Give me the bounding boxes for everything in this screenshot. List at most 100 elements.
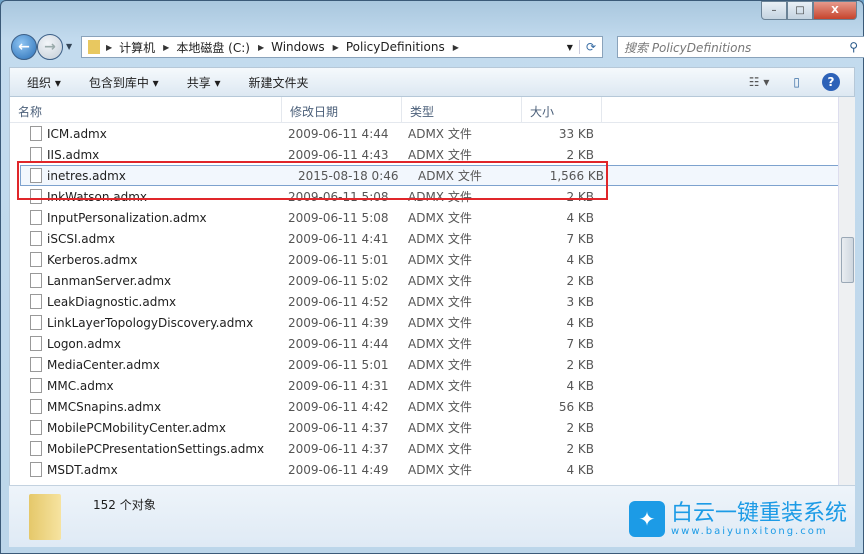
file-name: ICM.admx (47, 126, 107, 141)
file-type: ADMX 文件 (408, 337, 472, 351)
file-size: 33 KB (558, 126, 594, 141)
highlight-box (17, 161, 608, 200)
breadcrumb-arrow-icon[interactable]: ▶ (258, 43, 264, 52)
file-date: 2009-06-11 4:31 (288, 378, 389, 393)
file-row[interactable]: LanmanServer.admx 2009-06-11 5:02 ADMX 文… (10, 270, 855, 291)
file-icon (30, 336, 42, 351)
file-icon (30, 399, 42, 414)
file-icon (30, 126, 42, 141)
address-dropdown-icon[interactable]: ▼ (561, 43, 579, 52)
breadcrumb-policydefinitions[interactable]: PolicyDefinitions (346, 40, 445, 54)
maximize-button[interactable]: □ (787, 1, 813, 20)
file-type: ADMX 文件 (408, 127, 472, 141)
organize-menu[interactable]: 组织 ▾ (27, 74, 61, 91)
minimize-button[interactable]: – (761, 1, 787, 20)
breadcrumb-arrow-icon[interactable]: ▶ (106, 43, 112, 52)
item-count: 152 个对象 (93, 498, 156, 512)
address-bar[interactable]: ▶ 计算机 ▶ 本地磁盘 (C:) ▶ Windows ▶ PolicyDefinit… (81, 36, 603, 58)
share-menu[interactable]: 共享 ▾ (187, 74, 221, 91)
file-list: 名称 修改日期 类型 大小 ICM.admx 2009-06-11 4:44 A… (9, 97, 855, 485)
file-row[interactable]: Kerberos.admx 2009-06-11 5:01 ADMX 文件 4 … (10, 249, 855, 270)
file-name: MMCSnapins.admx (47, 399, 162, 414)
file-size: 2 KB (566, 420, 594, 435)
breadcrumb-arrow-icon[interactable]: ▶ (453, 43, 459, 52)
search-icon[interactable]: ⚲ (849, 40, 858, 54)
file-type: ADMX 文件 (408, 379, 472, 393)
file-date: 2009-06-11 5:02 (288, 273, 389, 288)
file-type: ADMX 文件 (408, 358, 472, 372)
file-row[interactable]: LeakDiagnostic.admx 2009-06-11 4:52 ADMX… (10, 291, 855, 312)
file-row[interactable]: LinkLayerTopologyDiscovery.admx 2009-06-… (10, 312, 855, 333)
recent-pages-icon[interactable]: ▼ (66, 42, 72, 51)
file-icon (30, 210, 42, 225)
explorer-window: – □ X ← → ▼ ▶ 计算机 ▶ 本地磁盘 (C:) ▶ Windows ▶ P… (0, 0, 864, 554)
file-row[interactable]: MobilePCPresentationSettings.admx 2009-0… (10, 438, 855, 459)
new-folder-button[interactable]: 新建文件夹 (249, 74, 309, 91)
file-type: ADMX 文件 (408, 421, 472, 435)
file-icon (30, 294, 42, 309)
vertical-scrollbar[interactable] (838, 97, 855, 485)
file-size: 4 KB (566, 462, 594, 477)
file-icon (30, 252, 42, 267)
file-size: 3 KB (566, 294, 594, 309)
file-row[interactable]: Logon.admx 2009-06-11 4:44 ADMX 文件 7 KB (10, 333, 855, 354)
folder-icon (88, 40, 100, 54)
file-row[interactable]: MobilePCMobilityCenter.admx 2009-06-11 4… (10, 417, 855, 438)
folder-icon (29, 494, 61, 540)
file-row[interactable]: iSCSI.admx 2009-06-11 4:41 ADMX 文件 7 KB (10, 228, 855, 249)
details-pane: 152 个对象 ✦ 白云一键重装系统 www.baiyunxitong.com (9, 485, 855, 547)
include-in-library-menu[interactable]: 包含到库中 ▾ (89, 74, 159, 91)
file-type: ADMX 文件 (408, 316, 472, 330)
help-icon[interactable]: ? (822, 73, 840, 91)
file-name: MMC.admx (47, 378, 114, 393)
file-name: LeakDiagnostic.admx (47, 294, 177, 309)
file-type: ADMX 文件 (408, 274, 472, 288)
file-row[interactable]: ICM.admx 2009-06-11 4:44 ADMX 文件 33 KB (10, 123, 855, 144)
file-name: MobilePCMobilityCenter.admx (47, 420, 226, 435)
back-button[interactable]: ← (11, 34, 37, 60)
watermark-url: www.baiyunxitong.com (670, 525, 828, 537)
close-button[interactable]: X (813, 1, 857, 20)
preview-pane-icon[interactable]: ▯ (793, 75, 800, 89)
breadcrumb-arrow-icon[interactable]: ▶ (333, 43, 339, 52)
file-date: 2009-06-11 5:01 (288, 252, 389, 267)
breadcrumb-arrow-icon[interactable]: ▶ (163, 43, 169, 52)
file-icon (30, 273, 42, 288)
column-name[interactable]: 名称 (10, 97, 282, 122)
file-type: ADMX 文件 (408, 463, 472, 477)
file-name: iSCSI.admx (47, 231, 116, 246)
file-date: 2009-06-11 4:44 (288, 126, 389, 141)
file-row[interactable]: InputPersonalization.admx 2009-06-11 5:0… (10, 207, 855, 228)
file-date: 2009-06-11 4:43 (288, 147, 389, 162)
file-icon (30, 315, 42, 330)
column-date[interactable]: 修改日期 (282, 97, 402, 122)
file-size: 7 KB (566, 231, 594, 246)
forward-button[interactable]: → (37, 34, 63, 60)
file-name: MediaCenter.admx (47, 357, 160, 372)
file-icon (30, 462, 42, 477)
file-size: 4 KB (566, 378, 594, 393)
file-size: 2 KB (566, 147, 594, 162)
file-date: 2009-06-11 4:39 (288, 315, 389, 330)
column-type[interactable]: 类型 (402, 97, 522, 122)
file-name: Logon.admx (47, 336, 121, 351)
file-row[interactable]: MMCSnapins.admx 2009-06-11 4:42 ADMX 文件 … (10, 396, 855, 417)
breadcrumb-windows[interactable]: Windows (271, 40, 325, 54)
scrollbar-thumb[interactable] (841, 237, 854, 283)
file-row[interactable]: MediaCenter.admx 2009-06-11 5:01 ADMX 文件… (10, 354, 855, 375)
refresh-icon[interactable]: ⟳ (578, 40, 602, 54)
breadcrumb-computer[interactable]: 计算机 (119, 39, 155, 56)
search-input[interactable]: 搜索 PolicyDefinitions ⚲ (617, 36, 864, 58)
file-date: 2009-06-11 5:01 (288, 357, 389, 372)
file-row[interactable]: MSDT.admx 2009-06-11 4:49 ADMX 文件 4 KB (10, 459, 855, 480)
breadcrumb-drive[interactable]: 本地磁盘 (C:) (176, 39, 250, 56)
column-size[interactable]: 大小 (522, 97, 602, 122)
file-size: 7 KB (566, 336, 594, 351)
watermark-title: 白云一键重装系统 (670, 500, 847, 526)
file-icon (30, 441, 42, 456)
file-type: ADMX 文件 (408, 295, 472, 309)
file-row[interactable]: MMC.admx 2009-06-11 4:31 ADMX 文件 4 KB (10, 375, 855, 396)
view-options-icon[interactable]: ☷ ▾ (749, 75, 770, 89)
file-name: Kerberos.admx (47, 252, 138, 267)
file-name: LanmanServer.admx (47, 273, 172, 288)
